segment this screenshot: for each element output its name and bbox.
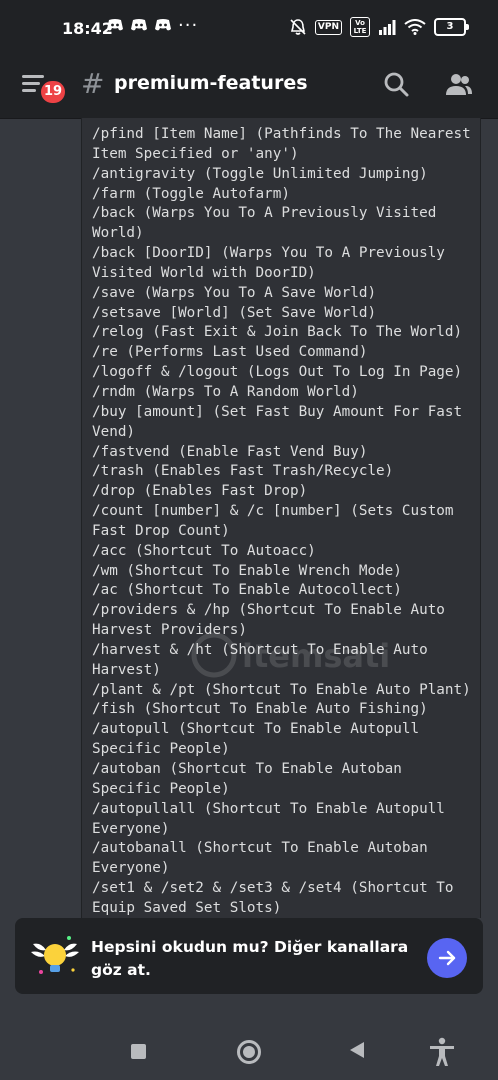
command-line: /autopull (Shortcut To Enable Autopull <box>92 721 420 738</box>
command-line: Equip Saved Set Slots) <box>92 899 282 916</box>
read-notice-text: Hepsini okudun mu? Diğer kanallara göz a… <box>91 938 409 979</box>
back-button[interactable] <box>350 1042 364 1058</box>
discord-notification-icon <box>155 19 171 31</box>
command-line: /logoff & /logout (Logs Out To Log In Pa… <box>92 364 463 381</box>
command-line: /drop (Enables Fast Drop) <box>92 483 308 500</box>
android-navigation-bar <box>0 1008 498 1080</box>
battery-icon: 3 <box>434 18 469 36</box>
command-line: /ac (Shortcut To Enable Autocollect) <box>92 582 402 599</box>
winged-lightbulb-icon <box>31 936 79 974</box>
command-line: Specific People) <box>92 741 230 758</box>
search-button[interactable] <box>382 70 412 100</box>
command-line: /set1 & /set2 & /set3 & /set4 (Shortcut … <box>92 880 454 897</box>
read-notice-banner: Hepsini okudun mu? Diğer kanallara göz a… <box>15 918 483 994</box>
command-line: /back [DoorID] (Warps You To A Previousl… <box>92 245 445 262</box>
search-icon <box>384 72 409 97</box>
command-line: World) <box>92 225 144 242</box>
notification-icons <box>106 18 172 32</box>
go-to-channels-button[interactable] <box>427 938 467 978</box>
command-line: /trash (Enables Fast Trash/Recycle) <box>92 463 394 480</box>
command-line: Vend) <box>92 423 136 440</box>
system-status-icons: VPN Vo LTE 3 <box>289 17 469 37</box>
command-line: /autobanall (Shortcut To Enable Autoban <box>92 840 428 857</box>
hash-icon: # <box>81 67 105 100</box>
command-line: /wm (Shortcut To Enable Wrench Mode) <box>92 562 402 579</box>
watermark-text: itemsatis <box>242 637 390 675</box>
command-line: /count [number] & /c [number] (Sets Cust… <box>92 503 454 520</box>
volte-icon: Vo LTE <box>350 17 370 37</box>
command-line: /buy [amount] (Set Fast Buy Amount For F… <box>92 403 463 420</box>
command-line: /autopullall (Shortcut To Enable Autopul… <box>92 800 445 817</box>
status-bar: 18:42 ··· VPN Vo LTE 3 <box>0 0 498 56</box>
command-line: /fastvend (Enable Fast Vend Buy) <box>92 443 368 460</box>
discord-notification-icon <box>131 19 147 31</box>
arrow-right-icon <box>438 950 456 966</box>
command-line: /pfind [Item Name] (Pathfinds To The Nea… <box>92 126 471 142</box>
command-line: /re (Performs Last Used Command) <box>92 344 368 361</box>
command-line: /providers & /hp (Shortcut To Enable Aut… <box>92 602 445 619</box>
command-line: /fish (Shortcut To Enable Auto Fishing) <box>92 701 428 718</box>
command-line: /acc (Shortcut To Autoacc) <box>92 542 316 559</box>
command-line: Everyone) <box>92 820 170 837</box>
more-notifications-icon: ··· <box>178 15 199 36</box>
mention-count-badge: 19 <box>38 78 68 106</box>
command-line: /antigravity (Toggle Unlimited Jumping) <box>92 165 428 182</box>
members-button[interactable] <box>444 70 474 100</box>
command-list: /pfind [Item Name] (Pathfinds To The Nea… <box>92 125 487 918</box>
silent-bell-icon <box>290 19 306 35</box>
accessibility-button[interactable] <box>428 1037 456 1067</box>
command-line: /save (Warps You To A Save World) <box>92 284 377 301</box>
command-line: Item Specified or 'any') <box>92 145 299 162</box>
wifi-icon <box>404 19 426 35</box>
command-line: /farm (Toggle Autofarm) <box>92 185 290 202</box>
command-line: /back (Warps You To A Previously Visited <box>92 205 437 222</box>
command-line: /rndm (Warps To A Random World) <box>92 383 359 400</box>
recent-apps-button[interactable] <box>131 1044 146 1059</box>
command-line: /relog (Fast Exit & Join Back To The Wor… <box>92 324 463 341</box>
signal-icon <box>379 20 396 35</box>
channel-name: premium-features <box>114 72 308 94</box>
channel-header: 19 # premium-features <box>0 56 498 119</box>
command-line: Visited World with DoorID) <box>92 264 316 281</box>
command-line: Fast Drop Count) <box>92 522 230 539</box>
itemsatis-watermark: itemsatis <box>191 632 390 678</box>
command-line: Specific People) <box>92 780 230 797</box>
command-line: /setsave [World] (Set Save World) <box>92 304 377 321</box>
command-line: /plant & /pt (Shortcut To Enable Auto Pl… <box>92 681 471 698</box>
command-line: /autoban (Shortcut To Enable Autoban <box>92 761 402 777</box>
message-list[interactable]: /pfind [Item Name] (Pathfinds To The Nea… <box>0 118 498 918</box>
home-button[interactable] <box>237 1040 261 1064</box>
vpn-icon: VPN <box>314 19 342 35</box>
members-icon <box>446 74 472 95</box>
command-line: Everyone) <box>92 860 170 877</box>
discord-notification-icon <box>107 19 123 31</box>
code-block[interactable]: /pfind [Item Name] (Pathfinds To The Nea… <box>81 118 481 918</box>
